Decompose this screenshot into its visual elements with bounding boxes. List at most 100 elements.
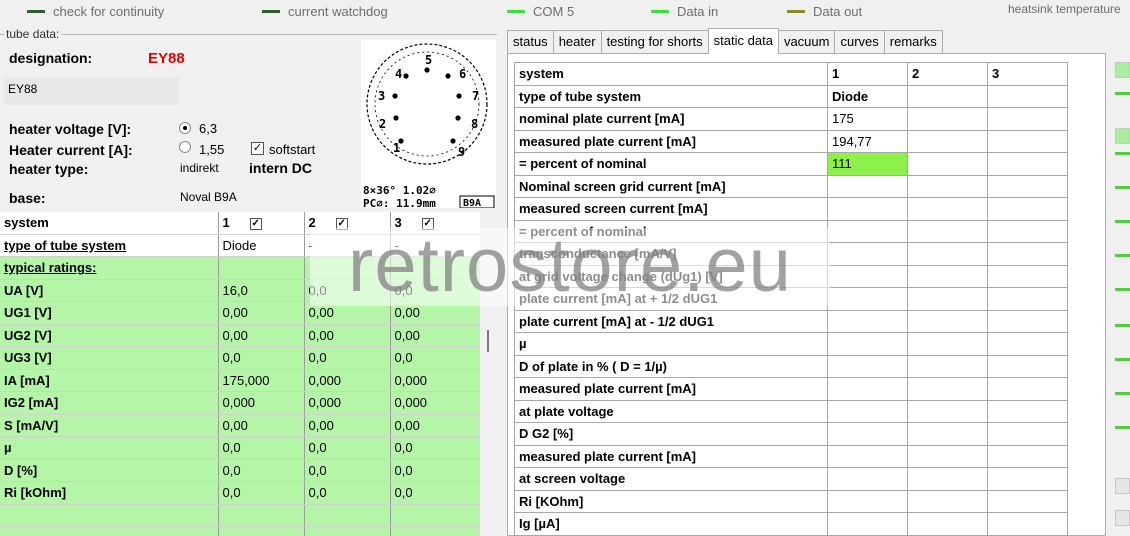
heatsink-temperature-label: heatsink temperature [1008, 2, 1121, 16]
designation-label: designation: [9, 50, 93, 66]
system-3-header: 3 ✓ [390, 212, 481, 235]
tab-static-data[interactable]: static data [707, 28, 779, 54]
led-icon [27, 9, 45, 13]
table-header-row: system 1 2 3 [514, 62, 1068, 86]
svg-text:4: 4 [395, 67, 402, 81]
table-row: = percent of nominal [514, 219, 1068, 243]
side-button[interactable] [1115, 128, 1130, 144]
tab-heater[interactable]: heater [552, 30, 602, 54]
table-row: D [%] 0,0 0,0 0,0 [0, 459, 481, 482]
table-row: Ri [KOhm] [514, 489, 1068, 513]
heater-voltage-label: heater voltage [V]: [9, 121, 132, 137]
table-row: type of tube system Diode [514, 84, 1068, 108]
table-row: µ [514, 332, 1068, 356]
table-row: at screen voltage [514, 467, 1068, 491]
svg-text:9: 9 [458, 145, 465, 159]
svg-text:3: 3 [378, 89, 385, 103]
table-row: measured plate current [mA] [514, 444, 1068, 468]
table-row [0, 504, 481, 527]
table-row: measured plate current [mA] 194,77 [514, 129, 1068, 153]
indicator-watchdog: current watchdog [262, 2, 388, 20]
table-row: IG2 [mA] 0,000 0,000 0,000 [0, 391, 481, 415]
heater-voltage-radio[interactable] [179, 122, 191, 134]
tab-curves[interactable]: curves [834, 30, 885, 54]
svg-text:8×36° 1.02⌀: 8×36° 1.02⌀ [363, 184, 436, 197]
heater-current-value: 1,55 [199, 142, 225, 157]
side-led-icon [1115, 186, 1130, 189]
heater-voltage-value: 6,3 [199, 121, 218, 136]
system-3-checkbox[interactable]: ✓ [421, 217, 434, 230]
side-led-icon [1115, 426, 1130, 429]
table-row: Ri [kOhm] 0,0 0,0 0,0 [0, 481, 481, 505]
heater-type-label: heater type: [9, 161, 89, 177]
heater-type-value: indirekt [180, 161, 219, 175]
heater-current-label: Heater current [A]: [9, 142, 133, 158]
svg-text:5: 5 [425, 53, 432, 67]
side-led-icon [1115, 92, 1130, 95]
indicator-data-out: Data out [787, 2, 862, 20]
table-row: UG3 [V] 0,0 0,0 0,0 [0, 346, 481, 370]
table-row: S [mA/V] 0,00 0,00 0,00 [0, 414, 481, 437]
led-icon [262, 9, 280, 13]
tube-data-panel: tube data: designation: EY88 EY88 heater… [0, 27, 497, 210]
typical-ratings-table: system 1 ✓ 2 ✓ 3 ✓ type of tube system Diod… [0, 212, 481, 536]
table-row: transconductance [mA/V] [514, 242, 1068, 266]
table-row: plate current [mA] at - 1/2 dUG1 [514, 309, 1068, 333]
side-button[interactable] [1115, 478, 1130, 494]
table-row: type of tube system Diode - - [0, 234, 481, 257]
heater-current-radio[interactable] [179, 141, 191, 153]
system-2-header: 2 [907, 62, 988, 86]
noval-socket-icon: 1 2 3 4 5 6 7 8 9 8×36° 1.02⌀ PC⌀: 11.9m… [363, 43, 495, 210]
panel-legend: tube data: [4, 27, 62, 41]
table-row: IA [mA] 175,000 0,000 0,000 [0, 369, 481, 392]
side-button[interactable] [1115, 62, 1130, 78]
table-scrollbar[interactable] [480, 210, 497, 536]
table-row: plate current [mA] at + 1/2 dUG1 [514, 287, 1068, 311]
led-icon [787, 9, 805, 13]
static-data-table: system 1 2 3 type of tube system Diode no… [514, 62, 1068, 536]
system-1-header: 1 [827, 62, 908, 86]
softstart-checkbox[interactable]: ✓ [251, 142, 264, 155]
svg-text:1: 1 [393, 141, 400, 155]
system-1-checkbox[interactable]: ✓ [249, 217, 262, 230]
side-led-icon [1115, 152, 1130, 155]
softstart-label: softstart [269, 142, 316, 157]
heater-supply-value: intern DC [249, 160, 312, 176]
table-row: measured plate current [mA] [514, 377, 1068, 401]
side-button[interactable] [1115, 510, 1130, 526]
table-row [0, 526, 481, 536]
indicator-data-in: Data in [651, 2, 718, 20]
system-3-header: 3 [987, 62, 1068, 86]
pinout-diagram: 1 2 3 4 5 6 7 8 9 8×36° 1.02⌀ PC⌀: 11.9m… [361, 40, 496, 210]
tab-remarks[interactable]: remarks [883, 30, 943, 54]
tab-testing-for-shorts[interactable]: testing for shorts [600, 30, 709, 54]
percent-of-nominal-value[interactable]: 111 [827, 152, 908, 176]
svg-text:B9A: B9A [463, 198, 481, 208]
indicator-com-port: COM 5 [507, 2, 574, 20]
table-row: nominal plate current [mA] 175 [514, 107, 1068, 131]
side-led-icon [1115, 324, 1130, 327]
tab-vacuum[interactable]: vacuum [777, 30, 836, 54]
tube-name-field[interactable]: EY88 [4, 77, 179, 105]
led-icon [507, 9, 525, 13]
table-row: at grid voltage change (dUg1) [V] [514, 264, 1068, 288]
designation-value: EY88 [148, 50, 185, 67]
table-row: Nominal screen grid current [mA] [514, 174, 1068, 198]
scroll-thumb[interactable] [487, 330, 489, 352]
tab-bar: status heater testing for shorts static … [507, 28, 943, 54]
svg-text:PC⌀: 11.9mm: PC⌀: 11.9mm [363, 197, 436, 208]
table-row: µ 0,0 0,0 0,0 [0, 436, 481, 460]
system-header: system [0, 212, 219, 235]
base-label: base: [9, 190, 46, 206]
svg-text:7: 7 [472, 89, 479, 103]
side-led-icon [1115, 288, 1130, 291]
led-icon [651, 9, 669, 13]
svg-text:6: 6 [459, 67, 466, 81]
svg-text:2: 2 [379, 117, 386, 131]
system-2-checkbox[interactable]: ✓ [335, 217, 348, 230]
system-1-header: 1 ✓ [218, 212, 305, 235]
tab-status[interactable]: status [507, 30, 554, 54]
system-2-header: 2 ✓ [304, 212, 391, 235]
system-header: system [514, 62, 828, 86]
table-row: at plate voltage [514, 399, 1068, 423]
